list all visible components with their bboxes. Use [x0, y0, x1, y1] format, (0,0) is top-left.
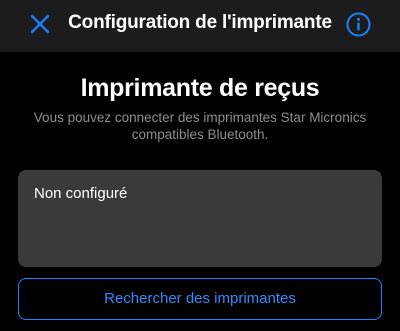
- printer-setup-screen: Configuration de l'imprimante Imprimante…: [0, 0, 400, 331]
- search-printers-label: Rechercher des imprimantes: [104, 290, 296, 307]
- navigation-bar: Configuration de l'imprimante: [0, 0, 400, 52]
- printer-status-text: Non configuré: [34, 185, 128, 202]
- description-line-2: compatibles Bluetooth.: [131, 127, 269, 142]
- description-line-1: Vous pouvez connecter des imprimantes St…: [33, 110, 367, 125]
- search-printers-button[interactable]: Rechercher des imprimantes: [18, 278, 382, 320]
- page-title: Configuration de l'imprimante: [68, 12, 332, 33]
- info-button[interactable]: [345, 11, 371, 37]
- printer-status-card: Non configuré: [18, 170, 382, 267]
- section-description: Vous pouvez connecter des imprimantes St…: [20, 109, 380, 143]
- info-icon: [346, 12, 370, 36]
- section-heading: Imprimante de reçus: [80, 74, 320, 102]
